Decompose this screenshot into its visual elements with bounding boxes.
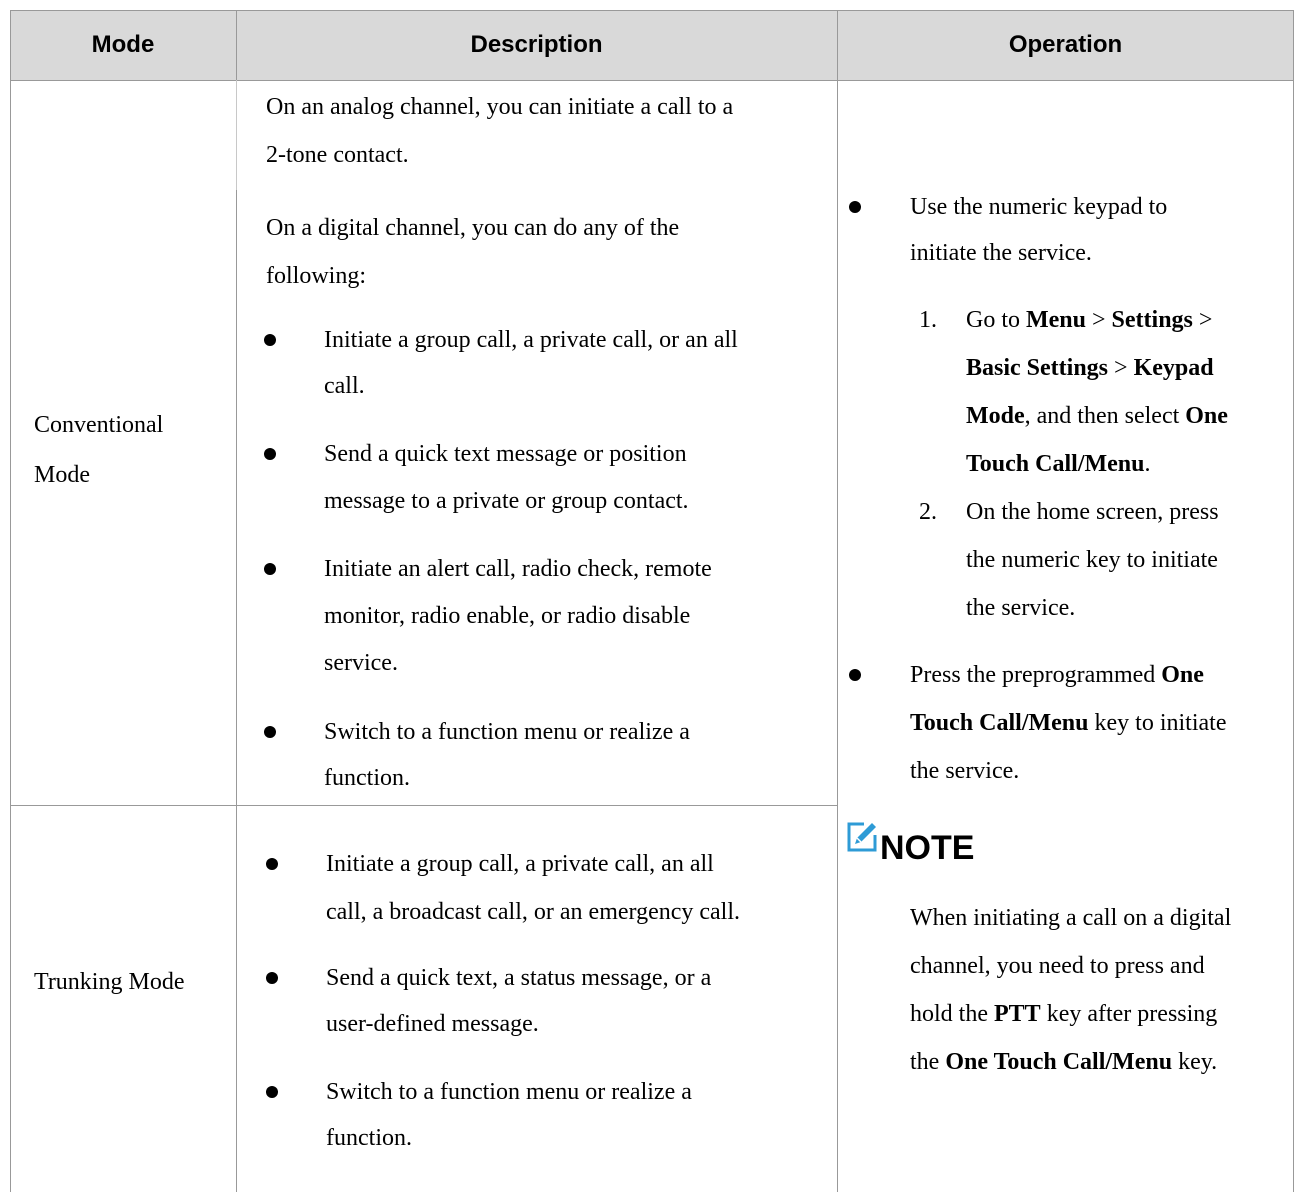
trunk-bullet-1-line2: call, a broadcast call, or an emergency …: [326, 899, 741, 925]
conv-bullet-4-line2: function.: [324, 765, 410, 791]
border-header-bottom: [10, 80, 1294, 81]
bullet-dot: [264, 726, 276, 738]
op-bullet-2-line3: the service.: [910, 758, 1020, 784]
op-step2-number: 2.: [919, 499, 937, 525]
op-step1-line2: Basic Settings > Keypad: [966, 355, 1214, 381]
border-top: [10, 10, 1294, 11]
mode-conventional-line1: Conventional: [34, 412, 164, 438]
mode-table: Mode Description Operation Conventional …: [0, 0, 1294, 1192]
conv-bullet-1-line2: call.: [324, 373, 365, 399]
op-step1-number: 1.: [919, 307, 937, 333]
trunk-bullet-1-line1: Initiate a group call, a private call, a…: [326, 851, 714, 877]
conv-bullet-1-line1: Initiate a group call, a private call, o…: [324, 327, 738, 353]
note-line4: the One Touch Call/Menu key.: [910, 1049, 1218, 1075]
op-step2-line1: On the home screen, press: [966, 499, 1219, 525]
bullet-dot: [266, 858, 278, 870]
op-bullet-1-line1: Use the numeric keypad to: [910, 194, 1168, 220]
bullet-dot: [849, 201, 861, 213]
note-line3: hold the PTT key after pressing: [910, 1001, 1218, 1027]
mode-conventional-line2: Mode: [34, 462, 90, 488]
op-step1-line4: Touch Call/Menu.: [966, 451, 1151, 477]
bullet-dot: [264, 563, 276, 575]
op-step1-line3: Mode, and then select One: [966, 403, 1228, 429]
mode-trunking: Trunking Mode: [34, 969, 185, 995]
op-step1-line1: Go to Menu > Settings >: [966, 307, 1213, 333]
desc-digital-line2: following:: [266, 263, 366, 289]
header-operation: Operation: [1008, 31, 1123, 58]
op-bullet-2-line1: Press the preprogrammed One: [910, 662, 1204, 688]
header-description: Description: [470, 31, 603, 58]
op-bullet-1-line2: initiate the service.: [910, 240, 1092, 266]
desc-digital-line1: On a digital channel, you can do any of …: [266, 215, 680, 241]
desc-analog-line1: On an analog channel, you can initiate a…: [266, 94, 734, 120]
note-line1: When initiating a call on a digital: [910, 905, 1232, 931]
note-title: NOTE: [880, 829, 975, 867]
trunk-bullet-2-line2: user-defined message.: [326, 1011, 539, 1037]
border-col1-thin: [236, 80, 237, 190]
trunk-bullet-3-line1: Switch to a function menu or realize a: [326, 1079, 692, 1105]
conv-bullet-2-line2: message to a private or group contact.: [324, 488, 689, 514]
conv-bullet-3-line2: monitor, radio enable, or radio disable: [324, 603, 691, 629]
trunk-bullet-2-line1: Send a quick text, a status message, or …: [326, 965, 712, 991]
bullet-dot: [264, 334, 276, 346]
conv-bullet-3-line1: Initiate an alert call, radio check, rem…: [324, 556, 712, 582]
conv-bullet-4-line1: Switch to a function menu or realize a: [324, 719, 690, 745]
conv-bullet-3-line3: service.: [324, 650, 398, 676]
op-step2-line2: the numeric key to initiate: [966, 547, 1218, 573]
bullet-dot: [849, 669, 861, 681]
conv-bullet-2-line1: Send a quick text message or position: [324, 441, 687, 467]
bullet-dot: [266, 1086, 278, 1098]
bullet-dot: [266, 972, 278, 984]
border-col2: [837, 10, 838, 1192]
trunk-bullet-3-line2: function.: [326, 1125, 412, 1151]
note-line2: channel, you need to press and: [910, 953, 1205, 979]
desc-analog-line2: 2-tone contact.: [266, 142, 409, 168]
header-mode: Mode: [91, 31, 155, 58]
border-left: [10, 10, 11, 1192]
op-step2-line3: the service.: [966, 595, 1076, 621]
note-edit-icon: [846, 821, 878, 853]
border-row-divider: [10, 805, 837, 806]
op-bullet-2-line2: Touch Call/Menu key to initiate: [910, 710, 1227, 736]
bullet-dot: [264, 448, 276, 460]
